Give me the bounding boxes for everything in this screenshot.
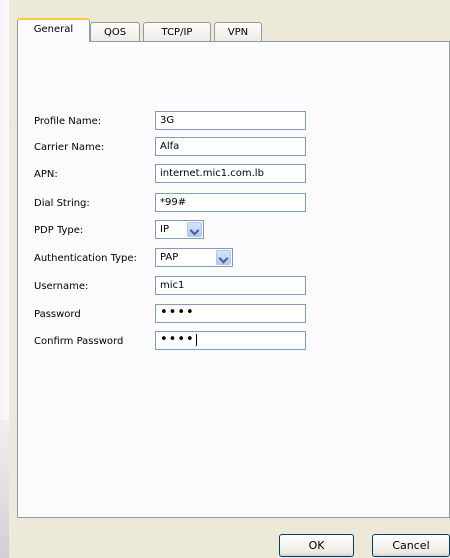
apn-label: APN: xyxy=(34,169,58,180)
auth-type-value: PAP xyxy=(160,252,179,263)
ok-button[interactable]: OK xyxy=(279,534,354,557)
tab-qos[interactable]: QOS xyxy=(90,22,140,41)
pdp-type-label: PDP Type: xyxy=(34,225,84,236)
confirm-password-label: Confirm Password xyxy=(34,336,124,347)
tab-tcpip[interactable]: TCP/IP xyxy=(143,22,211,41)
text-caret xyxy=(195,333,197,346)
profile-name-input[interactable]: 3G xyxy=(155,111,306,130)
chevron-down-icon[interactable] xyxy=(216,250,231,265)
apn-input[interactable]: internet.mic1.com.lb xyxy=(155,164,306,183)
dial-string-label: Dial String: xyxy=(34,198,90,209)
tab-vpn[interactable]: VPN xyxy=(214,22,262,41)
dial-string-input[interactable]: *99# xyxy=(155,193,306,212)
tab-general[interactable]: General xyxy=(17,18,90,42)
password-label: Password xyxy=(34,309,81,320)
cancel-button[interactable]: Cancel xyxy=(372,534,450,557)
password-input[interactable]: •••• xyxy=(155,304,306,323)
confirm-password-input[interactable]: •••• xyxy=(155,331,306,350)
general-panel: Profile Name: 3G Carrier Name: Alfa APN:… xyxy=(17,41,450,518)
username-label: Username: xyxy=(34,281,89,292)
auth-type-label: Authentication Type: xyxy=(34,253,137,264)
auth-type-select[interactable]: PAP xyxy=(155,248,233,267)
carrier-name-label: Carrier Name: xyxy=(34,142,105,153)
chevron-down-icon[interactable] xyxy=(187,222,202,237)
pdp-type-value: IP xyxy=(160,224,169,235)
carrier-name-input[interactable]: Alfa xyxy=(155,137,306,156)
profile-dialog: General QOS TCP/IP VPN Profile Name: 3G … xyxy=(9,0,450,558)
pdp-type-select[interactable]: IP xyxy=(155,220,204,239)
username-input[interactable]: mic1 xyxy=(155,276,306,295)
profile-name-label: Profile Name: xyxy=(34,116,102,127)
confirm-password-value: •••• xyxy=(160,332,195,347)
